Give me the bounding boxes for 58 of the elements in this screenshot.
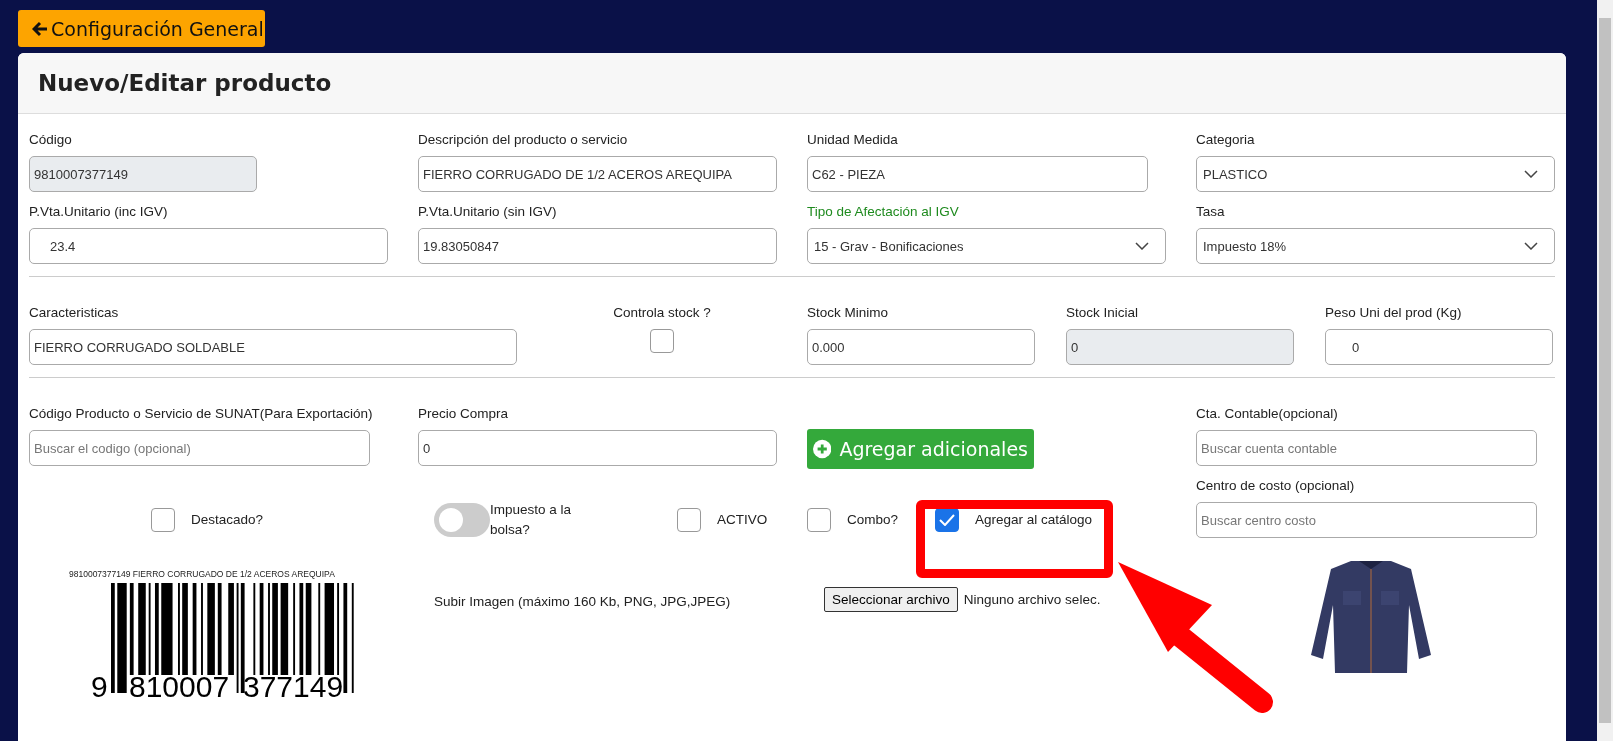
field-label: Categoria bbox=[1196, 132, 1256, 149]
input-field[interactable]: 23.4 bbox=[29, 228, 388, 264]
input-field[interactable]: 0.000 bbox=[807, 329, 1035, 365]
barcode-caption: 9810007377149 FIERRO CORRUGADO DE 1/2 ACEROS AREQUIPA bbox=[69, 569, 335, 580]
search-field[interactable]: Buscar centro costo bbox=[1196, 502, 1537, 538]
checkbox[interactable] bbox=[807, 507, 831, 532]
field-label: Stock Inicial bbox=[1066, 305, 1140, 322]
field-label: Unidad Medida bbox=[807, 132, 899, 149]
chevron-down-icon bbox=[1524, 170, 1538, 178]
checkbox[interactable] bbox=[151, 507, 175, 532]
back-arrow-icon bbox=[32, 20, 48, 37]
chevron-down-icon bbox=[1524, 242, 1538, 250]
plus-circle-icon bbox=[813, 439, 832, 459]
field-label: P.Vta.Unitario (inc IGV) bbox=[29, 204, 169, 221]
file-button[interactable]: Seleccionar archivo bbox=[824, 587, 958, 613]
search-field[interactable]: Buscar cuenta contable bbox=[1196, 430, 1537, 466]
field-label: Stock Minimo bbox=[807, 305, 890, 322]
search-field[interactable]: Buscar el codigo (opcional) bbox=[29, 430, 370, 466]
option-label: Combo? bbox=[847, 512, 899, 528]
field-label: Centro de costo (opcional) bbox=[1196, 478, 1356, 495]
input-field[interactable]: C62 - PIEZA bbox=[807, 156, 1148, 192]
field-label: Código bbox=[29, 132, 73, 149]
input-field[interactable]: FIERRO CORRUGADO SOLDABLE bbox=[29, 329, 517, 365]
field-label: Caracteristicas bbox=[29, 305, 120, 322]
field-label: Peso Uni del prod (Kg) bbox=[1325, 305, 1463, 322]
barcode-digits: 9 bbox=[91, 670, 108, 702]
option-label: Impuesto a la bolsa? bbox=[490, 501, 573, 539]
field-label: Código Producto o Servicio de SUNAT(Para Exportación) bbox=[29, 406, 374, 423]
toggle-switch[interactable] bbox=[434, 502, 490, 537]
option-label: Agregar al catálogo bbox=[975, 512, 1093, 528]
field-label: Precio Compra bbox=[418, 406, 510, 423]
field-label: Tipo de Afectación al IGV bbox=[807, 204, 960, 221]
checkbox[interactable] bbox=[677, 507, 701, 532]
select-field[interactable]: 15 - Grav - Bonificaciones bbox=[807, 228, 1166, 264]
option-label: ACTIVO bbox=[717, 512, 768, 528]
field-label: Cta. Contable(opcional) bbox=[1196, 406, 1339, 423]
field-label: Controla stock ? bbox=[613, 305, 711, 322]
option-label: Destacado? bbox=[191, 512, 264, 528]
barcode-digits: 377149 bbox=[243, 670, 344, 702]
input-field[interactable]: 0 bbox=[1325, 329, 1553, 365]
card-title: Nuevo/Editar producto bbox=[38, 70, 332, 96]
field-label: P.Vta.Unitario (sin IGV) bbox=[418, 204, 558, 221]
check-icon bbox=[939, 513, 955, 526]
upload-hint: Subir Imagen (máximo 160 Kb, PNG, JPG,JPEG) bbox=[434, 594, 732, 610]
field-label: Tasa bbox=[1196, 204, 1226, 221]
chevron-down-icon bbox=[1135, 242, 1149, 250]
input-field[interactable]: 19.83050847 bbox=[418, 228, 777, 264]
input-field[interactable]: FIERRO CORRUGADO DE 1/2 ACEROS AREQUIPA bbox=[418, 156, 777, 192]
field-label: Descripción del producto o servicio bbox=[418, 132, 629, 149]
checkbox[interactable] bbox=[935, 507, 959, 532]
input-field[interactable]: 0 bbox=[418, 430, 777, 466]
back-button[interactable]: Configuración General bbox=[18, 10, 265, 47]
scrollbar[interactable] bbox=[1597, 0, 1613, 741]
checkbox[interactable] bbox=[650, 329, 674, 353]
file-status: Ninguno archivo selec. bbox=[963, 592, 1101, 608]
barcode-digits: 810007 bbox=[129, 670, 230, 702]
select-field[interactable]: Impuesto 18% bbox=[1196, 228, 1555, 264]
select-field[interactable]: PLASTICO bbox=[1196, 156, 1555, 192]
